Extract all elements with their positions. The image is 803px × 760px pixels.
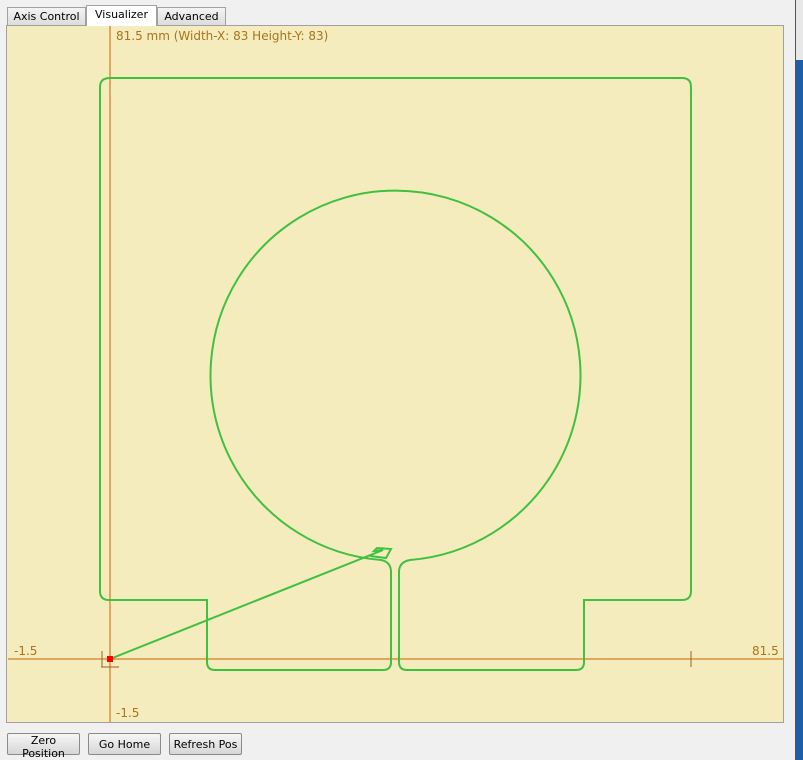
refresh-pos-button[interactable]: Refresh Pos [169, 733, 242, 755]
lead-in-path [109, 546, 393, 660]
zero-position-button[interactable]: Zero Position [7, 733, 80, 760]
tab-axis-control[interactable]: Axis Control [7, 7, 86, 25]
tab-advanced[interactable]: Advanced [157, 7, 226, 25]
scrollbar-thumb[interactable] [796, 0, 803, 60]
x-min-label: -1.5 [14, 644, 37, 658]
x-max-label: 81.5 [752, 644, 779, 658]
scrollbar[interactable] [795, 0, 803, 760]
current-position-marker [107, 656, 113, 662]
size-label: 81.5 mm (Width-X: 83 Height-Y: 83) [116, 29, 328, 43]
toolpath-plot: 81.5 mm (Width-X: 83 Height-Y: 83) -1.5 … [8, 26, 783, 722]
toolpath-outline [99, 77, 692, 671]
go-home-button[interactable]: Go Home [88, 733, 161, 755]
tab-visualizer[interactable]: Visualizer [86, 5, 157, 26]
y-min-label: -1.5 [116, 706, 139, 720]
visualizer-canvas[interactable]: 81.5 mm (Width-X: 83 Height-Y: 83) -1.5 … [6, 25, 784, 723]
